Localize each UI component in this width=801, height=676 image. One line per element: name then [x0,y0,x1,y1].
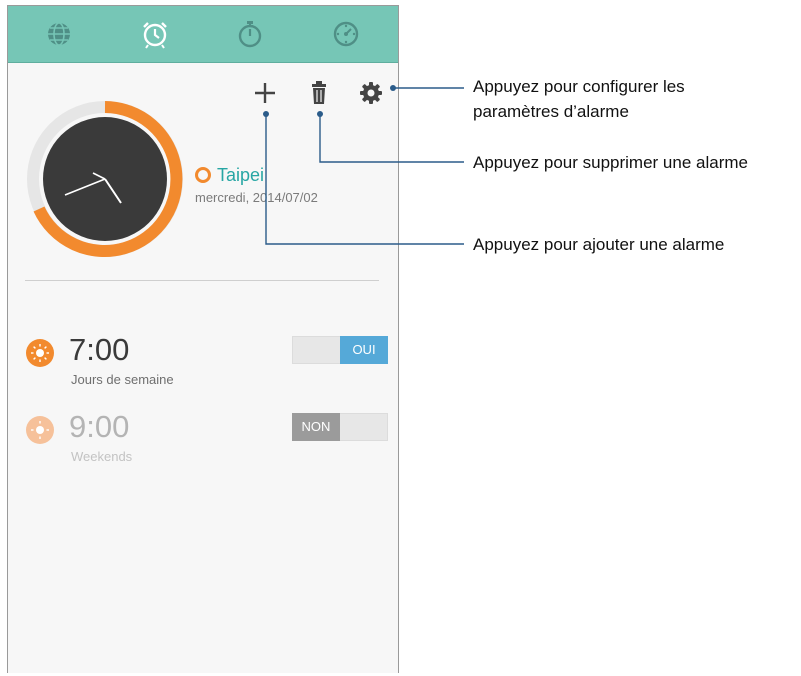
tab-stopwatch[interactable] [232,16,268,52]
delete-alarm-button[interactable] [303,77,335,109]
trash-icon [312,81,326,104]
gear-icon [360,82,382,104]
add-alarm-button[interactable] [249,77,281,109]
stopwatch-icon [238,21,262,48]
sun-icon [26,416,54,444]
callout-delete: Appuyez pour supprimer une alarme [473,153,748,172]
timer-icon [333,21,359,47]
sun-icon [26,339,54,367]
alarm-settings-button[interactable] [355,77,387,109]
toggle-state: NON [292,413,340,441]
alarm-toggle[interactable]: NON [292,413,388,441]
alarm-time: 9:00 [69,409,130,444]
callout-settings: Appuyez pour configurer les paramètres d… [473,77,685,121]
alarm-time: 7:00 [69,332,130,367]
alarm-days: Jours de semaine [71,372,174,387]
city-date: mercredi, 2014/07/02 [195,190,318,205]
alarm-days: Weekends [71,449,133,464]
alarm-toggle[interactable]: OUI [292,336,388,364]
toggle-state: OUI [340,336,388,364]
city-label: Taipei [195,162,264,188]
alarm-item[interactable]: 9:00 Weekends NON [25,409,388,469]
globe-icon [48,22,70,46]
analog-clock [25,99,185,259]
alarm-item[interactable]: 7:00 Jours de semaine OUI [25,332,388,392]
callout-add: Appuyez pour ajouter une alarme [473,235,725,254]
tab-alarm[interactable] [137,16,173,52]
phone-screen: Taipei mercredi, 2014/07/02 7:00 Jours d… [7,5,399,673]
tab-timer[interactable] [328,16,364,52]
divider [25,280,379,281]
plus-icon [255,83,275,103]
city-marker-icon [195,167,211,183]
tab-bar [8,6,398,63]
tab-world-clock[interactable] [41,16,77,52]
alarm-clock-icon [143,22,167,49]
city-name: Taipei [217,164,265,185]
